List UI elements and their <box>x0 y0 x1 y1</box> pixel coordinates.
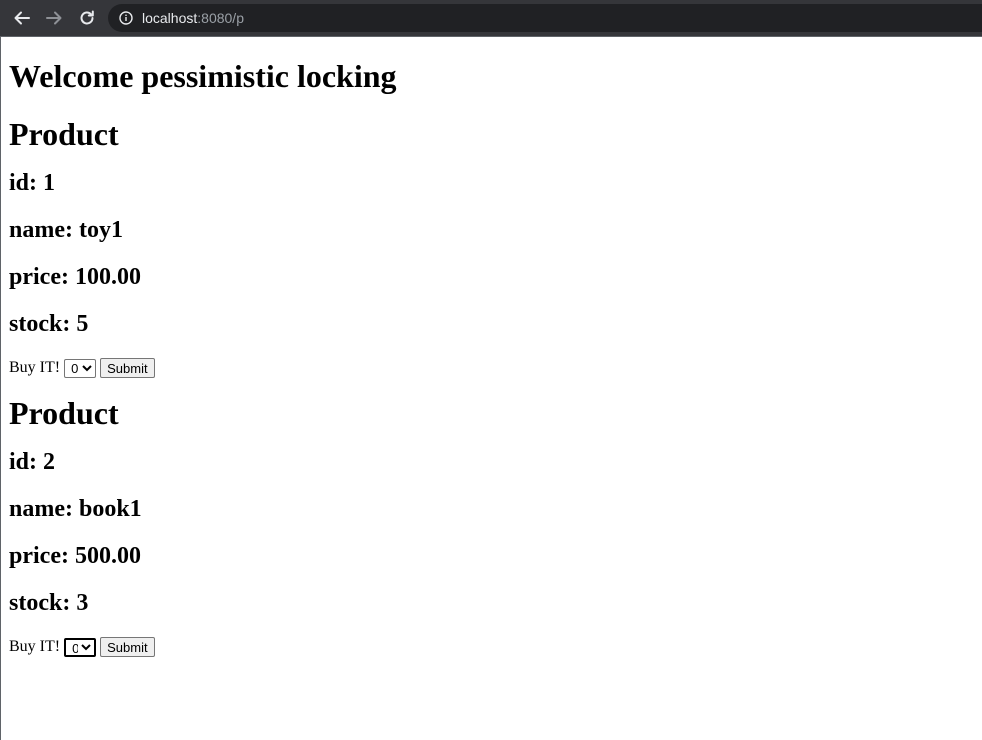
back-arrow-icon[interactable] <box>10 6 34 30</box>
product-card: Product id: 2 name: book1 price: 500.00 … <box>9 395 974 658</box>
buy-label: Buy IT! <box>9 359 61 376</box>
product-card: Product id: 1 name: toy1 price: 100.00 s… <box>9 116 974 379</box>
buy-form: Buy IT! 0 Submit <box>9 357 974 379</box>
product-price: price: 100.00 <box>9 264 141 290</box>
product-heading: Product <box>9 395 119 431</box>
url-path: :8080/p <box>197 10 244 26</box>
product-stock: stock: 5 <box>9 311 89 337</box>
product-name: name: book1 <box>9 496 142 522</box>
info-icon[interactable] <box>118 10 134 26</box>
page-content: Welcome pessimistic locking Product id: … <box>0 36 982 740</box>
forward-arrow-icon[interactable] <box>42 6 66 30</box>
buy-label: Buy IT! <box>9 638 61 655</box>
product-id: id: 1 <box>9 170 56 196</box>
product-heading: Product <box>9 116 119 152</box>
page-title: Welcome pessimistic locking <box>9 58 397 94</box>
url-host: localhost <box>142 10 198 26</box>
submit-button[interactable]: Submit <box>100 637 155 657</box>
buy-form: Buy IT! 0 Submit <box>9 636 974 658</box>
product-id: id: 2 <box>9 449 56 475</box>
submit-button[interactable]: Submit <box>100 358 155 378</box>
product-name: name: toy1 <box>9 217 123 243</box>
product-price: price: 500.00 <box>9 543 141 569</box>
quantity-select[interactable]: 0 <box>64 358 97 378</box>
browser-toolbar: localhost:8080/p <box>0 0 982 36</box>
quantity-select[interactable]: 0 <box>64 637 97 657</box>
address-bar[interactable]: localhost:8080/p <box>108 4 982 32</box>
reload-icon[interactable] <box>75 6 99 30</box>
product-stock: stock: 3 <box>9 590 89 616</box>
